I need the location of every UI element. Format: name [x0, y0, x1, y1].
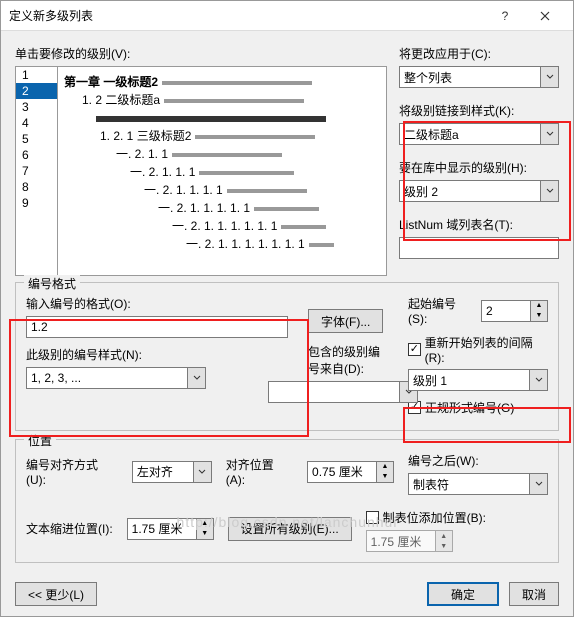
include-from-select[interactable]	[268, 381, 418, 403]
font-button[interactable]: 字体(F)...	[308, 309, 383, 333]
level-item[interactable]: 1	[16, 67, 57, 83]
restart-checkbox[interactable]: 重新开始列表的间隔(R):	[408, 334, 548, 365]
less-button[interactable]: << 更少(L)	[15, 582, 97, 606]
align-select[interactable]	[132, 461, 212, 483]
level-item[interactable]: 5	[16, 131, 57, 147]
close-icon	[540, 11, 550, 21]
link-style-label: 将级别链接到样式(K):	[399, 102, 559, 119]
spin-up[interactable]: ▲	[436, 531, 452, 541]
set-all-levels-button[interactable]: 设置所有级别(E)...	[228, 517, 352, 541]
titlebar: 定义新多级列表 ?	[1, 1, 573, 31]
level-item[interactable]: 9	[16, 195, 57, 211]
gallery-level-select[interactable]	[399, 180, 559, 202]
indent-spin[interactable]: ▲▼	[127, 518, 214, 540]
align-at-spin[interactable]: ▲▼	[307, 461, 394, 483]
legal-checkbox[interactable]: 正规形式编号(G)	[408, 399, 548, 416]
level-item[interactable]: 8	[16, 179, 57, 195]
spin-up[interactable]: ▲	[197, 519, 213, 529]
start-at-label: 起始编号(S):	[408, 295, 475, 326]
align-label: 编号对齐方式(U):	[26, 456, 118, 487]
include-from-label: 包含的级别编号来自(D):	[308, 343, 388, 377]
apply-to-label: 将更改应用于(C):	[399, 45, 559, 62]
level-item[interactable]: 3	[16, 99, 57, 115]
close-button[interactable]	[525, 2, 565, 30]
level-item[interactable]: 6	[16, 147, 57, 163]
number-style-select[interactable]	[26, 367, 206, 389]
help-button[interactable]: ?	[485, 2, 525, 30]
spin-up[interactable]: ▲	[377, 462, 393, 472]
level-item[interactable]: 2	[16, 83, 57, 99]
position-group: 位置 编号对齐方式(U): 对齐位置(A): ▲▼ 编号之后(W): 文本缩进位…	[15, 439, 559, 563]
cancel-button[interactable]: 取消	[509, 582, 559, 606]
levels-preview-box: 1 2 3 4 5 6 7 8 9 第一章 一级标题2 1. 2 二级标题a	[15, 66, 387, 276]
checkbox-icon	[366, 511, 379, 524]
number-format-legend: 编号格式	[24, 275, 80, 292]
spin-up[interactable]: ▲	[531, 301, 547, 311]
preview-pane: 第一章 一级标题2 1. 2 二级标题a 1. 2. 1 三级标题2 一. 2.…	[58, 67, 386, 275]
restart-select[interactable]	[408, 369, 548, 391]
level-item[interactable]: 4	[16, 115, 57, 131]
ok-button[interactable]: 确定	[427, 582, 499, 606]
number-style-label: 此级别的编号样式(N):	[26, 346, 288, 363]
enter-format-label: 输入编号的格式(O):	[26, 295, 288, 312]
level-item[interactable]: 7	[16, 163, 57, 179]
spin-down[interactable]: ▼	[377, 472, 393, 482]
spin-down[interactable]: ▼	[436, 541, 452, 551]
number-format-group: 编号格式 输入编号的格式(O): 此级别的编号样式(N): 字体(F)... 包…	[15, 282, 559, 431]
listnum-label: ListNum 域列表名(T):	[399, 216, 559, 233]
apply-to-select[interactable]	[399, 66, 559, 88]
tab-stop-spin[interactable]: ▲▼	[366, 530, 548, 552]
tab-stop-checkbox[interactable]: 制表位添加位置(B):	[366, 509, 548, 526]
link-style-select[interactable]	[399, 123, 559, 145]
enter-format-input[interactable]	[26, 316, 288, 338]
listnum-input[interactable]	[399, 237, 559, 259]
spin-down[interactable]: ▼	[531, 311, 547, 321]
follow-label: 编号之后(W):	[408, 452, 548, 469]
start-at-spin[interactable]: ▲▼	[481, 300, 548, 322]
checkbox-icon	[408, 343, 421, 356]
dialog-title: 定义新多级列表	[9, 7, 485, 24]
align-at-label: 对齐位置(A):	[226, 456, 293, 487]
gallery-level-label: 要在库中显示的级别(H):	[399, 159, 559, 176]
follow-select[interactable]	[408, 473, 548, 495]
position-legend: 位置	[24, 432, 56, 449]
spin-down[interactable]: ▼	[197, 529, 213, 539]
level-list[interactable]: 1 2 3 4 5 6 7 8 9	[16, 67, 58, 275]
click-level-label: 单击要修改的级别(V):	[15, 45, 387, 62]
indent-label: 文本缩进位置(I):	[26, 520, 113, 537]
